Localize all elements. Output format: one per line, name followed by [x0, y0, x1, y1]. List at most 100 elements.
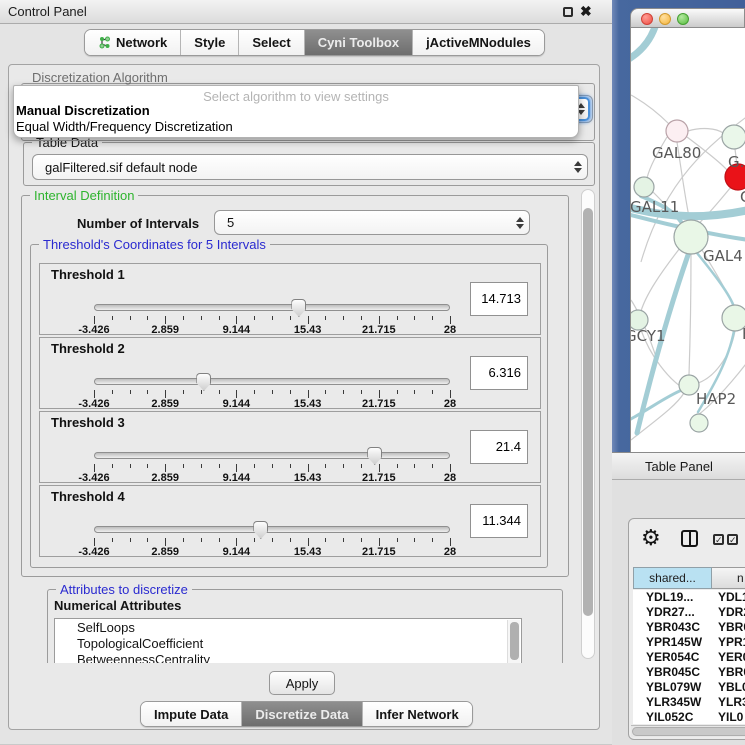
checkbox-icon[interactable]: ✓: [727, 534, 738, 545]
table-row[interactable]: YBR043CYBR0: [633, 620, 745, 635]
interval-definition-group: Interval Definition Number of Intervals …: [21, 195, 569, 577]
table-cell[interactable]: YLR3: [712, 695, 745, 710]
settings-scrollbar[interactable]: [581, 189, 595, 659]
slider-track[interactable]: [94, 526, 450, 533]
slider-handle[interactable]: [291, 299, 306, 317]
tick-label: 2.859: [151, 324, 179, 336]
scrollbar-thumb[interactable]: [583, 208, 593, 616]
table-cell[interactable]: YER054C: [633, 650, 712, 665]
list-item[interactable]: TopologicalCoefficient: [55, 635, 521, 651]
panel-titlebar: Control Panel ✖: [0, 0, 612, 24]
table-row[interactable]: YDR27...YDR2: [633, 605, 745, 620]
tab-cyni-toolbox[interactable]: Cyni Toolbox: [305, 30, 413, 55]
table-row[interactable]: YDL19...YDL1: [633, 590, 745, 605]
network-node[interactable]: [666, 120, 688, 142]
checkbox-icon[interactable]: ✓: [713, 534, 724, 545]
table-cell[interactable]: YDR2: [712, 605, 745, 620]
slider-handle[interactable]: [253, 521, 268, 539]
tick-label: 9.144: [223, 472, 251, 484]
table-cell[interactable]: YPR145W: [633, 635, 712, 650]
table-cell[interactable]: YIL052C: [633, 710, 712, 724]
table-cell[interactable]: YDL1: [712, 590, 745, 605]
tick-label: 21.715: [362, 472, 396, 484]
table-row[interactable]: YIL052CYIL0: [633, 710, 745, 724]
tab-style[interactable]: Style: [181, 30, 239, 55]
threshold-value-field[interactable]: 6.316: [470, 356, 528, 390]
number-of-intervals-combo[interactable]: 5: [214, 210, 530, 235]
list-item[interactable]: BetweennessCentrality: [55, 651, 521, 663]
table-cell[interactable]: YDR27...: [633, 605, 712, 620]
columns-icon[interactable]: [681, 530, 698, 547]
list-item[interactable]: SelfLoops: [55, 619, 521, 635]
table-cell[interactable]: YBR043C: [633, 620, 712, 635]
gear-icon[interactable]: ⚙: [641, 525, 661, 551]
tab-impute-data[interactable]: Impute Data: [141, 702, 242, 726]
float-window-icon[interactable]: [563, 7, 573, 17]
threshold-value-field[interactable]: 21.4: [470, 430, 528, 464]
table-hscrollbar[interactable]: [631, 725, 745, 737]
tab-select[interactable]: Select: [239, 30, 304, 55]
tab-network[interactable]: Network: [85, 30, 181, 55]
slider-handle[interactable]: [196, 373, 211, 391]
threshold-slider[interactable]: [94, 526, 450, 534]
table-cell[interactable]: YER0: [712, 650, 745, 665]
network-node[interactable]: [722, 125, 745, 149]
threshold-slider[interactable]: [94, 304, 450, 312]
table-row[interactable]: YLR345WYLR3: [633, 695, 745, 710]
table-header-row: shared... n: [633, 567, 745, 589]
dropdown-option-equal-width-frequency[interactable]: Equal Width/Frequency Discretization: [14, 118, 578, 134]
table-row[interactable]: YPR145WYPR1: [633, 635, 745, 650]
slider-track[interactable]: [94, 452, 450, 459]
attributes-group-title: Attributes to discretize: [56, 582, 192, 597]
network-canvas[interactable]: GAL80G.GAL11CGAL4GCY1HHAP2: [630, 28, 745, 452]
tab-jactivemnodules[interactable]: jActiveMNodules: [413, 30, 544, 55]
tab-discretize-data[interactable]: Discretize Data: [242, 702, 362, 726]
threshold-slider[interactable]: [94, 378, 450, 386]
table-row[interactable]: YBL079WYBL0: [633, 680, 745, 695]
dropdown-hint: Select algorithm to view settings: [14, 86, 578, 102]
slider-tick-labels: -3.4262.8599.14415.4321.71528: [94, 398, 450, 410]
combo-arrows-icon[interactable]: [569, 155, 587, 179]
table-cell[interactable]: YBR0: [712, 620, 745, 635]
table-data-combo[interactable]: galFiltered.sif default node: [32, 154, 588, 180]
close-window-icon[interactable]: [641, 13, 653, 25]
threshold-label: Threshold 3: [51, 415, 125, 430]
scrollbar-thumb[interactable]: [510, 622, 519, 660]
combo-arrows-icon[interactable]: [511, 211, 529, 234]
table-cell[interactable]: YBR045C: [633, 665, 712, 680]
network-edge-teal: [631, 28, 656, 60]
network-node[interactable]: [690, 414, 708, 432]
zoom-window-icon[interactable]: [677, 13, 689, 25]
list-scrollbar[interactable]: [507, 620, 520, 663]
threshold-value-field[interactable]: 14.713: [470, 282, 528, 316]
table-cell[interactable]: YLR345W: [633, 695, 712, 710]
table-cell[interactable]: YPR1: [712, 635, 745, 650]
table-cell[interactable]: YBL079W: [633, 680, 712, 695]
slider-handle[interactable]: [367, 447, 382, 465]
network-edge: [689, 254, 691, 375]
column-header-shared-name[interactable]: shared...: [633, 567, 712, 589]
table-cell[interactable]: YBL0: [712, 680, 745, 695]
table-row[interactable]: YBR045CYBR0: [633, 665, 745, 680]
table-row[interactable]: YER054CYER0: [633, 650, 745, 665]
number-of-intervals-label: Number of Intervals: [77, 216, 199, 231]
table-cell[interactable]: YDL19...: [633, 590, 712, 605]
slider-track[interactable]: [94, 304, 450, 311]
slider-track[interactable]: [94, 378, 450, 385]
network-edge: [688, 129, 723, 133]
table-panel-title: Table Panel: [645, 459, 713, 474]
table-cell[interactable]: YBR0: [712, 665, 745, 680]
threshold-value-field[interactable]: 11.344: [470, 504, 528, 538]
dropdown-option-manual-discretization[interactable]: Manual Discretization: [14, 102, 578, 118]
tab-infer-network[interactable]: Infer Network: [363, 702, 472, 726]
scrollbar-thumb[interactable]: [632, 727, 745, 736]
minimize-window-icon[interactable]: [659, 13, 671, 25]
network-node[interactable]: [634, 177, 654, 197]
table-cell[interactable]: YIL0: [712, 710, 743, 724]
threshold-slider[interactable]: [94, 452, 450, 460]
apply-button[interactable]: Apply: [269, 671, 335, 695]
close-icon[interactable]: ✖: [580, 3, 592, 20]
column-header-name[interactable]: n: [712, 567, 745, 589]
network-window-titlebar[interactable]: [630, 8, 745, 28]
threshold-panel: Threshold 2 -3.4262.8599.14415.4321.7152…: [39, 337, 541, 409]
